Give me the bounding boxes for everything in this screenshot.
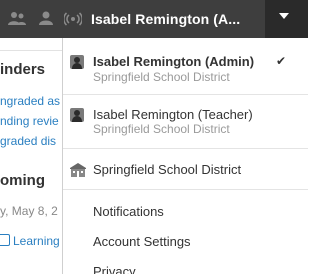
people-icon[interactable] (8, 11, 26, 28)
reminder-link[interactable]: nding revie (0, 114, 59, 128)
user-icon[interactable] (38, 11, 54, 28)
reminders-heading: inders (0, 61, 46, 78)
user-dropdown-menu: Isabel Remington (Admin) Springfield Sch… (62, 38, 308, 274)
selected-check-icon: ✔ (276, 54, 287, 68)
chevron-down-icon (279, 13, 289, 19)
avatar (70, 55, 84, 69)
profile-org: Springfield School District (93, 70, 230, 84)
notifications-link[interactable]: Notifications (93, 204, 164, 219)
menu-separator (63, 189, 308, 190)
top-navigation-bar: Isabel Remington (A... (0, 0, 308, 38)
current-user-name[interactable]: Isabel Remington (A... (91, 11, 240, 27)
profile-item-admin[interactable]: Isabel Remington (Admin) Springfield Sch… (63, 38, 308, 94)
profile-name: Isabel Remington (Teacher) (93, 107, 253, 122)
organization-item[interactable]: Springfield School District (63, 149, 308, 189)
event-link[interactable]: Learning (13, 234, 60, 248)
user-menu-toggle[interactable] (265, 0, 308, 38)
broadcast-icon[interactable] (62, 11, 84, 30)
reminder-link[interactable]: graded dis (0, 134, 56, 148)
avatar (70, 108, 84, 122)
event-date: y, May 8, 2 (0, 204, 58, 218)
organization-name: Springfield School District (93, 162, 242, 177)
privacy-link[interactable]: Privacy (93, 264, 136, 274)
school-building-icon (70, 163, 86, 177)
upcoming-heading: oming (0, 172, 45, 189)
profile-org: Springfield School District (93, 122, 230, 136)
profile-name: Isabel Remington (Admin) (93, 54, 255, 69)
event-icon (0, 234, 10, 246)
account-settings-link[interactable]: Account Settings (93, 234, 191, 249)
profile-item-teacher[interactable]: Isabel Remington (Teacher) Springfield S… (63, 95, 308, 148)
background-page: inders ngraded as nding revie graded dis… (0, 38, 62, 274)
divider (0, 50, 62, 51)
reminder-link[interactable]: ngraded as (0, 94, 60, 108)
